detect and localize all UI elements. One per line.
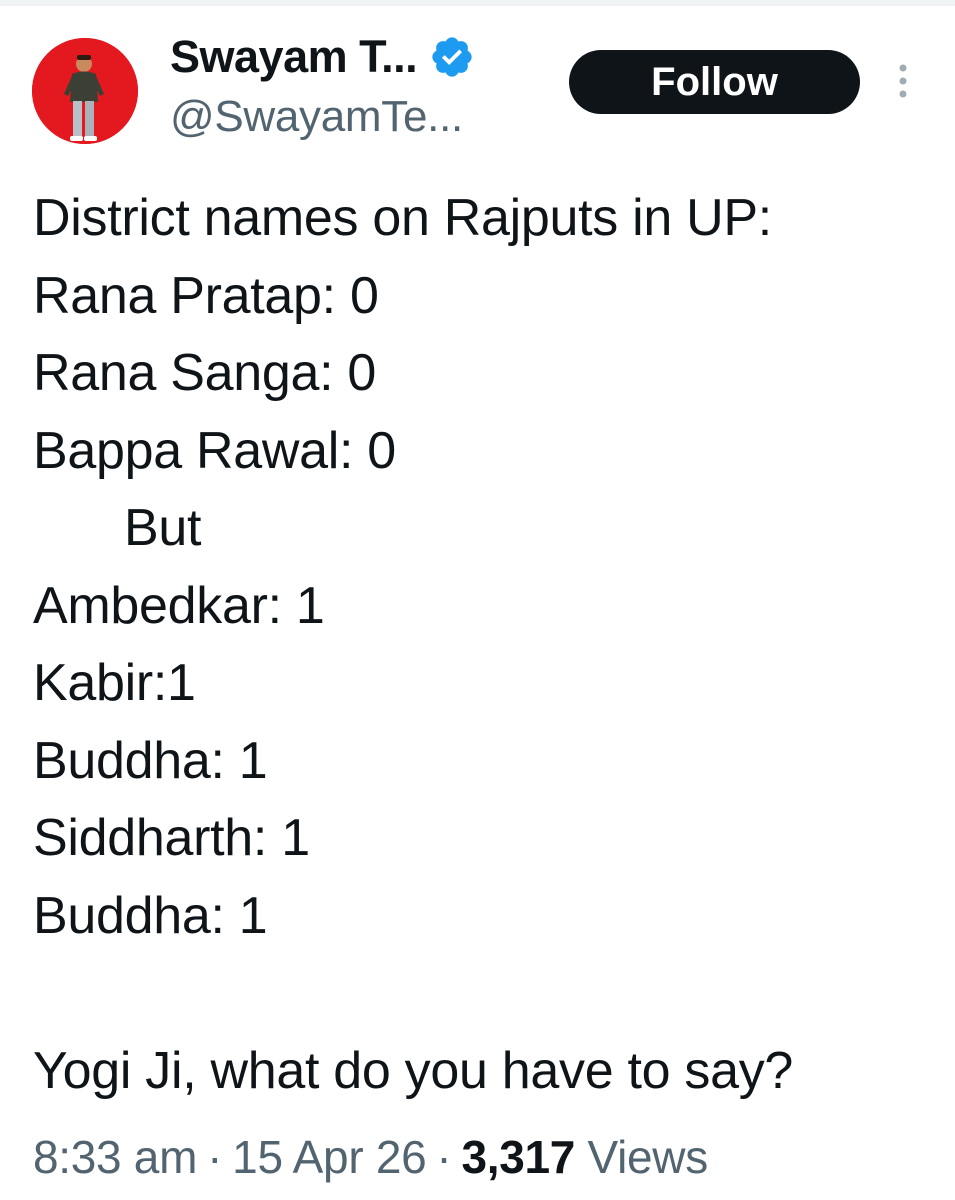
tweet-line-question: Yogi Ji, what do you have to say?	[33, 1041, 794, 1100]
tweet-date[interactable]: 15 Apr 26	[232, 1131, 427, 1183]
verified-badge-icon[interactable]	[429, 34, 475, 80]
tweet-line: Rana Pratap: 0	[33, 266, 379, 325]
tweet-time[interactable]: 8:33 am	[33, 1131, 197, 1183]
tweet-line: Bappa Rawal: 0	[33, 421, 396, 480]
user-handle[interactable]: @SwayamTe...	[170, 92, 463, 142]
display-name[interactable]: Swayam T...	[170, 31, 418, 83]
top-divider	[0, 0, 955, 6]
meta-separator: ·	[436, 1131, 452, 1183]
display-name-row[interactable]: Swayam T...	[170, 28, 475, 86]
tweet-meta: 8:33 am · 15 Apr 26 · 3,317 Views	[33, 1130, 708, 1184]
views-count[interactable]: 3,317	[461, 1131, 575, 1183]
avatar[interactable]	[32, 38, 138, 144]
follow-button[interactable]: Follow	[569, 50, 860, 114]
tweet-line: Kabir:1	[33, 654, 196, 712]
tweet-line-but: But	[124, 499, 202, 557]
tweet-text: District names on Rajputs in UP: Rana Pr…	[33, 180, 933, 1110]
tweet-line: Rana Sanga: 0	[33, 344, 377, 402]
views-label[interactable]: Views	[588, 1131, 709, 1183]
tweet-line: Buddha: 1	[33, 886, 268, 945]
tweet-line: Ambedkar: 1	[33, 576, 325, 635]
avatar-person-image	[32, 38, 138, 144]
tweet-line: Buddha: 1	[33, 731, 268, 790]
more-vertical-icon[interactable]	[893, 62, 913, 102]
meta-separator: ·	[207, 1131, 223, 1183]
tweet-line: Siddharth: 1	[33, 809, 310, 867]
tweet-line-heading: District names on Rajputs in UP:	[33, 189, 772, 247]
